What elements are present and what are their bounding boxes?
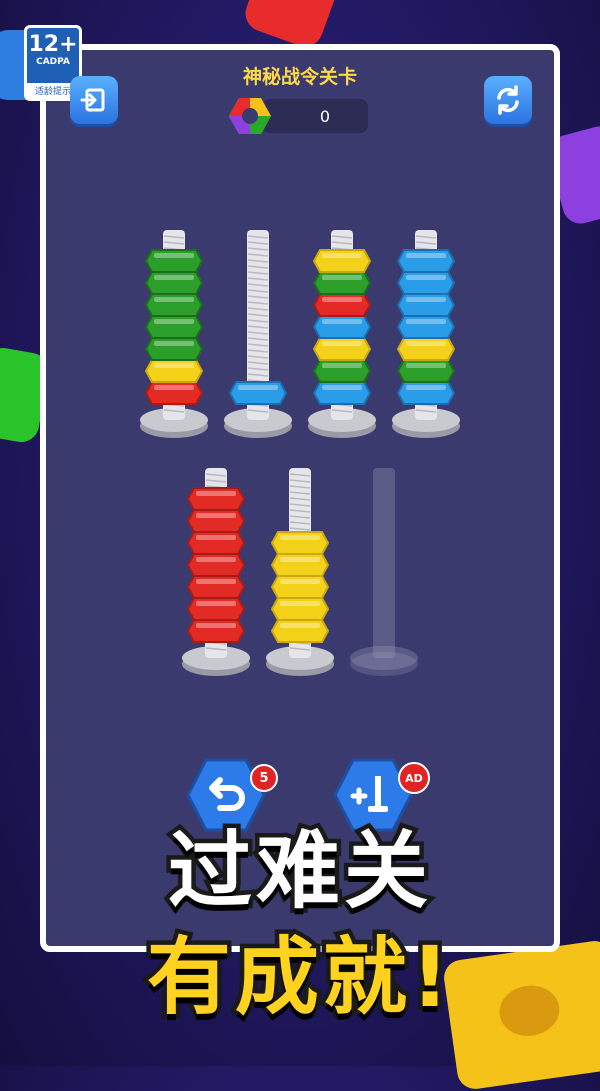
nut-highlight <box>406 363 446 368</box>
nut-highlight <box>154 275 194 280</box>
nut-highlight <box>406 253 446 258</box>
nut-highlight <box>196 513 236 518</box>
nut-highlight <box>406 275 446 280</box>
nut-highlight <box>196 579 236 584</box>
rod-bottom-1[interactable] <box>182 468 250 676</box>
rod-top-1[interactable] <box>140 230 208 438</box>
nut-highlight <box>322 385 362 390</box>
nut-highlight <box>154 385 194 390</box>
nut-highlight <box>322 319 362 324</box>
rod-bottom-2[interactable] <box>266 468 334 676</box>
nut-highlight <box>154 297 194 302</box>
nut-highlight <box>280 601 320 606</box>
nut-highlight <box>154 253 194 258</box>
nut-highlight <box>154 319 194 324</box>
nut-highlight <box>280 535 320 540</box>
slogan-line1: 过难关 <box>163 818 432 925</box>
nut-highlight <box>280 579 320 584</box>
nut-highlight <box>196 491 236 496</box>
nut-highlight <box>196 557 236 562</box>
nut-highlight <box>406 385 446 390</box>
nut-highlight <box>406 319 446 324</box>
slogan-line2: 有成就! <box>142 924 454 1031</box>
nut-highlight <box>322 275 362 280</box>
rod-top-2[interactable] <box>224 230 292 438</box>
nut-highlight <box>238 385 278 390</box>
nut-highlight <box>196 623 236 628</box>
nut-highlight <box>196 535 236 540</box>
rod-shaft <box>373 468 395 658</box>
nut-highlight <box>322 297 362 302</box>
nut-highlight <box>322 341 362 346</box>
nut-highlight <box>154 363 194 368</box>
ad-badge: AD <box>398 762 430 794</box>
nut-highlight <box>280 557 320 562</box>
rod-top-4[interactable] <box>392 230 460 438</box>
nut-highlight <box>196 601 236 606</box>
nut-highlight <box>280 623 320 628</box>
nut-highlight <box>406 297 446 302</box>
undo-count-badge: 5 <box>250 764 278 792</box>
rod-top-3[interactable] <box>308 230 376 438</box>
nut-highlight <box>406 341 446 346</box>
rod-bottom-3[interactable] <box>350 468 418 676</box>
nut-highlight <box>322 253 362 258</box>
nut-highlight <box>322 363 362 368</box>
nut-highlight <box>154 341 194 346</box>
